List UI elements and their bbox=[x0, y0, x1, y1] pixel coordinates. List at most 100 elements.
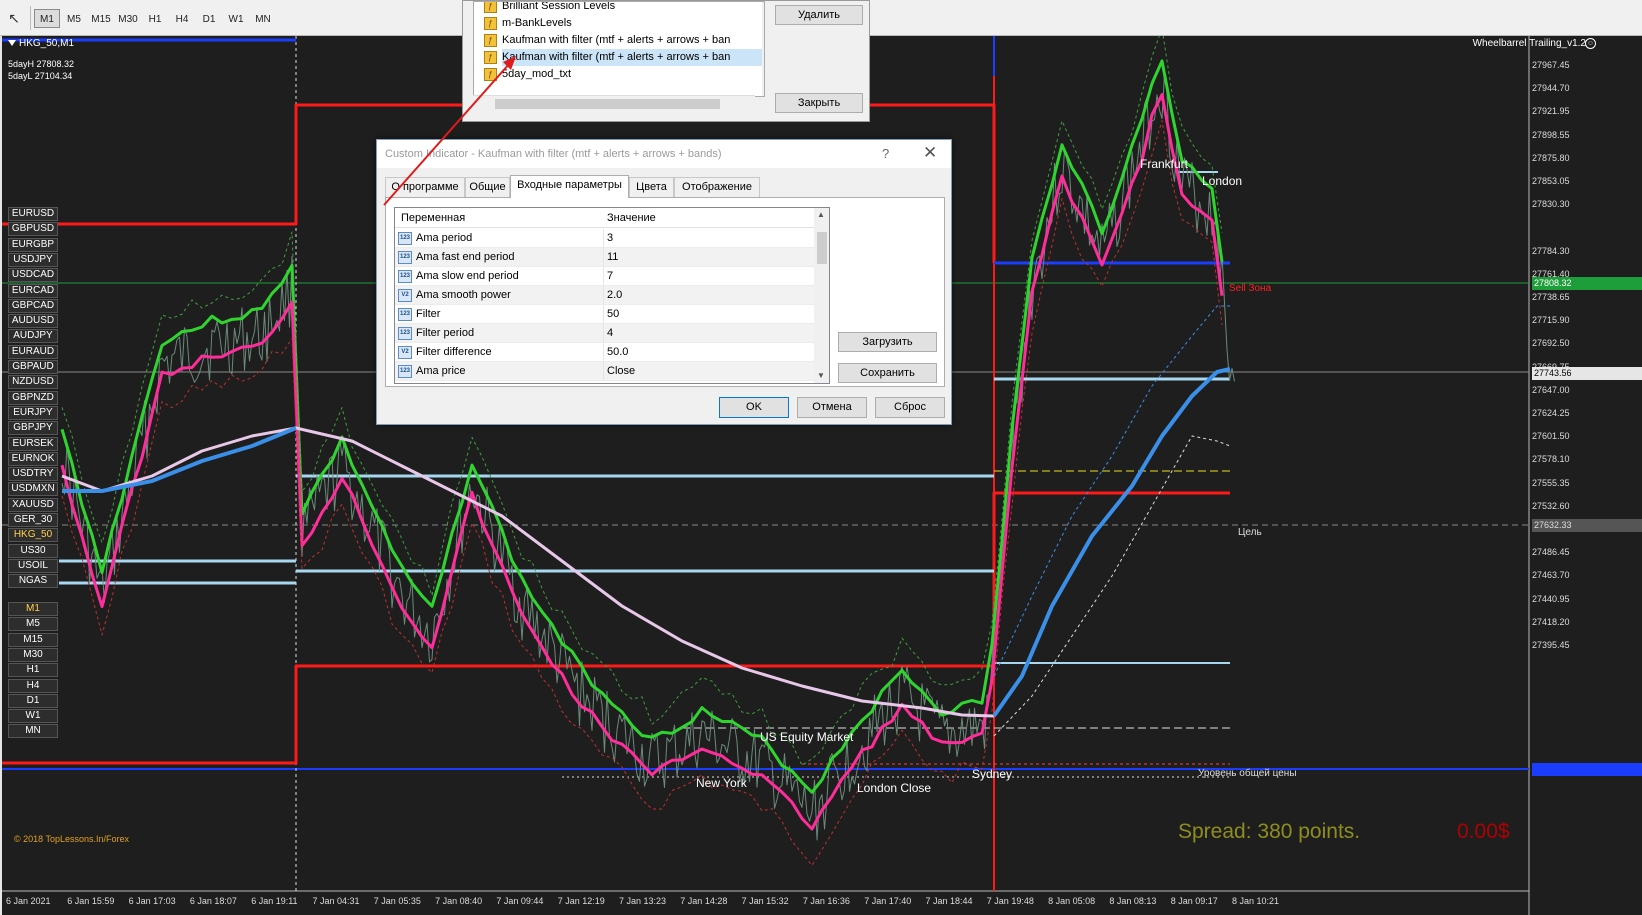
symbol-button-usdcad[interactable]: USDCAD bbox=[8, 268, 58, 283]
side-timeframe-button-mn[interactable]: MN bbox=[8, 724, 58, 739]
symbol-button-eursek[interactable]: EURSEK bbox=[8, 436, 58, 451]
parameter-value[interactable]: 7 bbox=[607, 270, 613, 282]
symbol-button-eurusd[interactable]: EURUSD bbox=[8, 207, 58, 221]
parameter-row[interactable]: V2 Ama smooth power 2.0 bbox=[395, 286, 815, 305]
timeframe-button-m30[interactable]: M30 bbox=[115, 9, 141, 28]
integer-type-icon: 123 bbox=[398, 327, 412, 340]
indicator-list-item[interactable]: ƒ Kaufman with filter (mtf + alerts + arr… bbox=[484, 32, 762, 49]
indicator-list-item[interactable]: ƒ 5day_mod_txt bbox=[484, 66, 762, 83]
column-divider bbox=[603, 248, 604, 266]
london-session-label: London bbox=[1202, 174, 1243, 188]
symbol-button-xauusd[interactable]: XAUUSD bbox=[8, 497, 58, 512]
side-timeframe-button-d1[interactable]: D1 bbox=[8, 693, 58, 708]
side-timeframe-button-m1[interactable]: M1 bbox=[8, 602, 58, 616]
close-button[interactable]: Закрыть bbox=[775, 93, 863, 113]
parameter-value[interactable]: 50 bbox=[607, 308, 619, 320]
indicator-list-item[interactable]: ƒ Kaufman with filter (mtf + alerts + arr… bbox=[484, 49, 762, 66]
chart-menu-icon[interactable] bbox=[8, 40, 16, 46]
timeframe-button-m1[interactable]: M1 bbox=[34, 9, 60, 28]
price-axis-label: 27715.90 bbox=[1532, 315, 1570, 326]
side-timeframe-button-m15[interactable]: M15 bbox=[8, 632, 58, 647]
side-timeframe-button-m30[interactable]: M30 bbox=[8, 647, 58, 662]
parameter-value[interactable]: 11 bbox=[607, 251, 618, 263]
side-timeframe-button-w1[interactable]: W1 bbox=[8, 709, 58, 724]
load-button[interactable]: Загрузить bbox=[838, 332, 937, 352]
parameter-row[interactable]: V2 Filter difference 50.0 bbox=[395, 343, 815, 362]
symbol-button-usdjpy[interactable]: USDJPY bbox=[8, 252, 58, 267]
symbol-button-gbpnzd[interactable]: GBPNZD bbox=[8, 390, 58, 405]
help-icon[interactable]: ? bbox=[882, 146, 889, 161]
symbol-button-eurgbp[interactable]: EURGBP bbox=[8, 237, 58, 252]
tree-horizontal-scrollbar[interactable] bbox=[473, 95, 755, 111]
symbol-button-eurjpy[interactable]: EURJPY bbox=[8, 405, 58, 420]
dialog-titlebar: Custom Indicator - Kaufman with filter (… bbox=[377, 140, 951, 168]
reset-button[interactable]: Сброс bbox=[875, 397, 945, 418]
symbol-button-usoil[interactable]: USOIL bbox=[8, 558, 58, 573]
symbol-button-nzdusd[interactable]: NZDUSD bbox=[8, 375, 58, 390]
tree-vertical-scrollbar[interactable] bbox=[762, 2, 764, 96]
parameter-value[interactable]: 3 bbox=[607, 232, 613, 244]
price-axis-label: 27738.65 bbox=[1532, 292, 1570, 302]
parameter-row[interactable]: 123 Ama price Close bbox=[395, 362, 815, 381]
symbol-button-gbpjpy[interactable]: GBPJPY bbox=[8, 421, 58, 436]
parameter-row[interactable]: 123 Filter 50 bbox=[395, 305, 815, 324]
parameter-value[interactable]: Close bbox=[607, 365, 635, 377]
symbol-button-hkg_50[interactable]: HKG_50 bbox=[8, 528, 58, 543]
symbol-button-usdtry[interactable]: USDTRY bbox=[8, 467, 58, 482]
london-close-session-label: London Close bbox=[857, 781, 932, 795]
timeframe-button-m5[interactable]: M5 bbox=[61, 9, 87, 28]
symbol-button-audusd[interactable]: AUDUSD bbox=[8, 314, 58, 329]
side-timeframe-button-h1[interactable]: H1 bbox=[8, 663, 58, 678]
scroll-down-icon[interactable]: ▼ bbox=[817, 371, 825, 380]
close-icon[interactable]: ✕ bbox=[923, 143, 937, 163]
indicator-list-item[interactable]: ƒ m-BankLevels bbox=[484, 15, 762, 32]
parameter-row[interactable]: 123 Filter period 4 bbox=[395, 324, 815, 343]
symbol-button-gbpusd[interactable]: GBPUSD bbox=[8, 222, 58, 237]
delete-button[interactable]: Удалить bbox=[775, 5, 863, 25]
symbol-button-eurcad[interactable]: EURCAD bbox=[8, 283, 58, 298]
symbol-button-euraud[interactable]: EURAUD bbox=[8, 344, 58, 359]
parameter-row[interactable]: 123 Ama fast end period 11 bbox=[395, 248, 815, 267]
price-axis-label: 27418.20 bbox=[1532, 616, 1570, 627]
scroll-up-icon[interactable]: ▲ bbox=[817, 210, 825, 219]
side-timeframe-button-m5[interactable]: M5 bbox=[8, 617, 58, 632]
timeframe-button-w1[interactable]: W1 bbox=[223, 9, 249, 28]
tab-2[interactable]: Входные параметры bbox=[510, 175, 629, 198]
time-axis-label: 7 Jan 13:23 bbox=[619, 896, 667, 906]
tab-1[interactable]: Общие bbox=[465, 177, 510, 197]
timeframe-button-d1[interactable]: D1 bbox=[196, 9, 222, 28]
parameter-value[interactable]: 2.0 bbox=[607, 289, 622, 301]
symbol-button-ngas[interactable]: NGAS bbox=[8, 574, 58, 589]
symbol-button-gbpaud[interactable]: GBPAUD bbox=[8, 360, 58, 374]
parameter-value[interactable]: 50.0 bbox=[607, 346, 628, 358]
timeframe-button-m15[interactable]: M15 bbox=[88, 9, 114, 28]
parameter-row[interactable]: 123 Ama period 3 bbox=[395, 229, 815, 248]
table-vertical-scrollbar[interactable]: ▲ ▼ bbox=[814, 208, 829, 383]
scrollbar-thumb[interactable] bbox=[495, 99, 720, 109]
indicator-list-item[interactable]: ƒ Brilliant Session Levels bbox=[484, 2, 762, 15]
timeframe-button-h1[interactable]: H1 bbox=[142, 9, 168, 28]
price-axis-label: 27784.30 bbox=[1532, 245, 1570, 256]
indicator-tree[interactable]: ƒ Brilliant Session Levels ƒ m-BankLevels ƒ K… bbox=[473, 1, 765, 97]
parameter-row[interactable]: 123 Ama slow end period 7 bbox=[395, 267, 815, 286]
cursor-arrow-icon[interactable]: ↖ bbox=[3, 8, 25, 28]
symbol-button-ger_30[interactable]: GER_30 bbox=[8, 513, 58, 527]
symbol-button-eurnok[interactable]: EURNOK bbox=[8, 451, 58, 466]
cancel-button[interactable]: Отмена bbox=[797, 397, 867, 418]
scrollbar-thumb[interactable] bbox=[817, 232, 827, 264]
ok-button[interactable]: OK bbox=[719, 397, 789, 418]
side-timeframe-button-h4[interactable]: H4 bbox=[8, 678, 58, 693]
symbol-button-audjpy[interactable]: AUDJPY bbox=[8, 329, 58, 344]
tab-0[interactable]: О программе bbox=[385, 177, 465, 197]
save-button[interactable]: Сохранить bbox=[838, 363, 937, 383]
timeframe-button-h4[interactable]: H4 bbox=[169, 9, 195, 28]
symbol-button-us30[interactable]: US30 bbox=[8, 543, 58, 558]
parameter-value[interactable]: 4 bbox=[607, 327, 613, 339]
timeframe-button-mn[interactable]: MN bbox=[250, 9, 276, 28]
tab-3[interactable]: Цвета bbox=[629, 177, 674, 197]
tab-4[interactable]: Отображение bbox=[674, 177, 760, 197]
symbol-button-usdmxn[interactable]: USDMXN bbox=[8, 482, 58, 497]
variable-column-header: Переменная bbox=[401, 212, 466, 224]
symbol-button-gbpcad[interactable]: GBPCAD bbox=[8, 298, 58, 313]
time-axis-label: 6 Jan 2021 bbox=[6, 896, 51, 906]
